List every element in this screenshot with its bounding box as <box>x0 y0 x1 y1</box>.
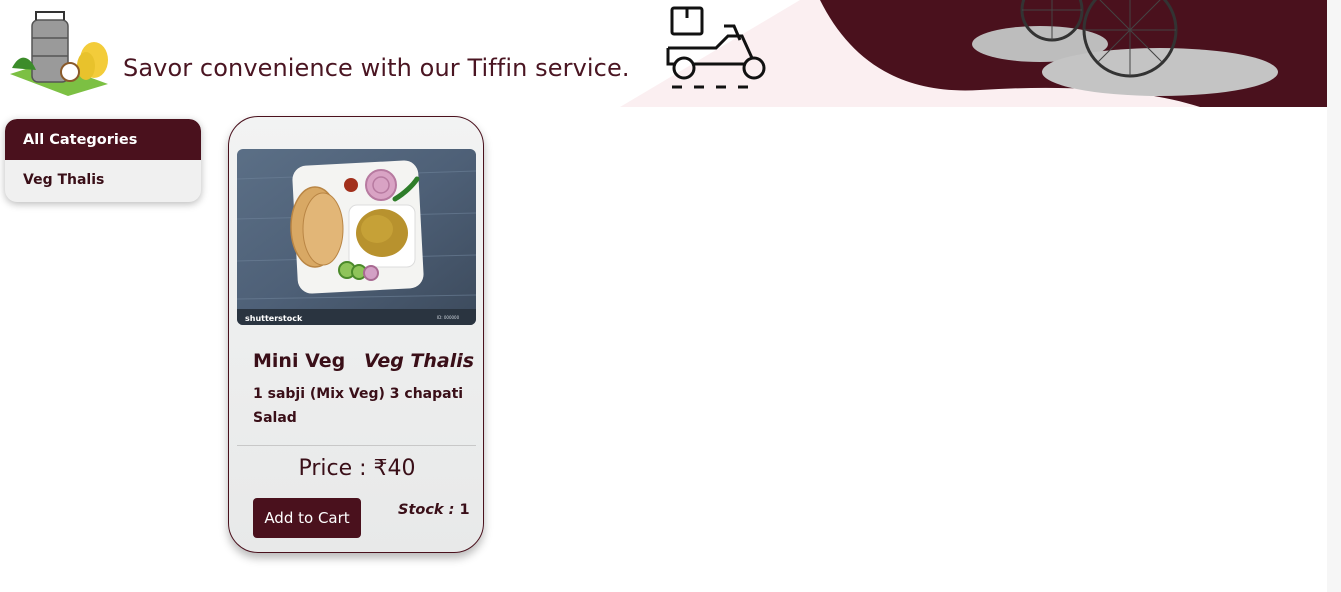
stock-label: Stock : <box>398 502 455 518</box>
thali-photo: shutterstock ID: 000000 <box>237 149 476 325</box>
svg-text:ID: 000000: ID: 000000 <box>437 315 460 320</box>
add-to-cart-button[interactable]: Add to Cart <box>253 498 361 538</box>
tiffin-logo <box>10 11 108 96</box>
stock-info: Stock : 1 <box>398 502 470 518</box>
category-sidebar: All Categories Veg Thalis <box>5 119 201 202</box>
page-scrollbar[interactable] <box>1327 0 1341 592</box>
watermark-text: shutterstock <box>245 314 303 323</box>
category-all[interactable]: All Categories <box>5 119 201 160</box>
banner-tagline: Savor convenience with our Tiffin servic… <box>123 54 630 82</box>
product-image: shutterstock ID: 000000 <box>237 149 476 325</box>
card-divider <box>237 445 476 446</box>
product-name: Mini Veg <box>253 350 346 372</box>
product-description: 1 sabji (Mix Veg) 3 chapati Salad <box>253 386 464 426</box>
stock-value: 1 <box>459 502 470 518</box>
product-price: Price : ₹40 <box>298 456 416 481</box>
header-banner: Savor convenience with our Tiffin servic… <box>0 0 1327 107</box>
product-card: shutterstock ID: 000000 Mini Veg Veg Tha… <box>228 116 484 553</box>
category-item-veg-thalis[interactable]: Veg Thalis <box>5 160 201 200</box>
product-category: Veg Thalis <box>364 350 475 372</box>
